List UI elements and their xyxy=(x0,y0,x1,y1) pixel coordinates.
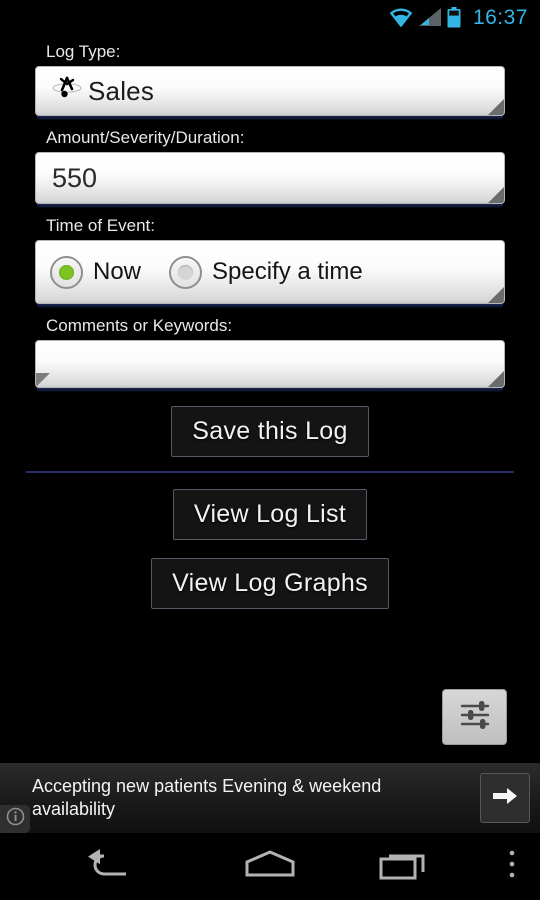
equalizer-sliders-icon xyxy=(457,698,493,737)
radio-option-specify-time[interactable]: Specify a time xyxy=(169,255,363,289)
comments-label: Comments or Keywords: xyxy=(46,316,233,335)
amount-input[interactable]: 550 xyxy=(35,152,505,204)
save-button-row: Save this Log xyxy=(0,406,540,457)
android-navigation-bar xyxy=(0,833,540,900)
log-type-label: Log Type: xyxy=(46,42,121,61)
acrobat-figure-icon xyxy=(50,74,84,108)
status-bar: 16:37 xyxy=(0,0,540,34)
view-log-graphs-button[interactable]: View Log Graphs xyxy=(151,558,389,609)
recents-icon xyxy=(379,848,429,885)
nav-recents-button[interactable] xyxy=(324,848,484,885)
save-log-button[interactable]: Save this Log xyxy=(171,406,369,457)
ad-info-button[interactable] xyxy=(0,805,30,833)
ad-banner[interactable]: Accepting new patients Evening & weekend… xyxy=(0,763,540,833)
time-of-event-label: Time of Event: xyxy=(46,216,155,235)
radio-specify-time-icon[interactable] xyxy=(169,255,203,289)
arrow-right-icon xyxy=(490,784,520,813)
radio-now-label: Now xyxy=(93,258,142,285)
time-of-event-wrap: Now Specify a time xyxy=(35,240,505,308)
log-type-group: Log Type: Sales xyxy=(35,34,505,120)
radio-specify-time-label: Specify a time xyxy=(212,258,363,285)
log-type-underglow xyxy=(37,116,503,120)
comments-input[interactable] xyxy=(35,340,505,388)
nav-back-button[interactable] xyxy=(0,848,216,885)
battery-icon xyxy=(447,6,461,28)
cellular-signal-icon xyxy=(418,7,441,27)
comments-input-wrap xyxy=(35,340,505,392)
comments-group: Comments or Keywords: xyxy=(35,308,505,392)
log-type-spinner-wrap: Sales xyxy=(35,66,505,120)
radio-option-now[interactable]: Now xyxy=(50,255,142,289)
time-of-event-group: Time of Event: Now Specify a time xyxy=(35,208,505,308)
section-divider xyxy=(26,471,514,473)
status-bar-clock: 16:37 xyxy=(472,5,528,29)
radio-now-icon[interactable] xyxy=(50,255,83,289)
view-log-list-row: View Log List xyxy=(0,489,540,540)
nav-overflow-menu-button[interactable] xyxy=(484,848,540,885)
comments-underglow xyxy=(37,388,503,392)
wifi-icon xyxy=(389,7,413,27)
log-type-value: Sales xyxy=(88,75,155,106)
time-of-event-radiogroup: Now Specify a time xyxy=(35,240,505,304)
view-log-list-button[interactable]: View Log List xyxy=(172,489,368,540)
log-type-spinner[interactable]: Sales xyxy=(35,66,505,116)
nav-home-button[interactable] xyxy=(216,849,324,884)
settings-equalizer-button[interactable] xyxy=(442,689,507,745)
overflow-menu-icon xyxy=(507,848,517,885)
view-log-graphs-row: View Log Graphs xyxy=(0,558,540,609)
back-icon xyxy=(82,848,134,885)
ad-text: Accepting new patients Evening & weekend… xyxy=(32,775,382,819)
ad-cta-button[interactable] xyxy=(480,773,530,823)
amount-input-wrap: 550 xyxy=(35,152,505,208)
amount-group: Amount/Severity/Duration: 550 xyxy=(35,120,505,208)
form-content: Log Type: Sales Amount/Severity/Duration… xyxy=(0,34,540,609)
info-circle-icon xyxy=(6,807,25,831)
amount-label: Amount/Severity/Duration: xyxy=(46,128,245,147)
time-of-event-underglow xyxy=(37,304,503,308)
amount-value: 550 xyxy=(52,162,98,193)
home-icon xyxy=(242,849,298,884)
amount-underglow xyxy=(37,204,503,208)
phone-screen: 16:37 Log Type: Sales Amount/Severity/Du… xyxy=(0,0,540,900)
